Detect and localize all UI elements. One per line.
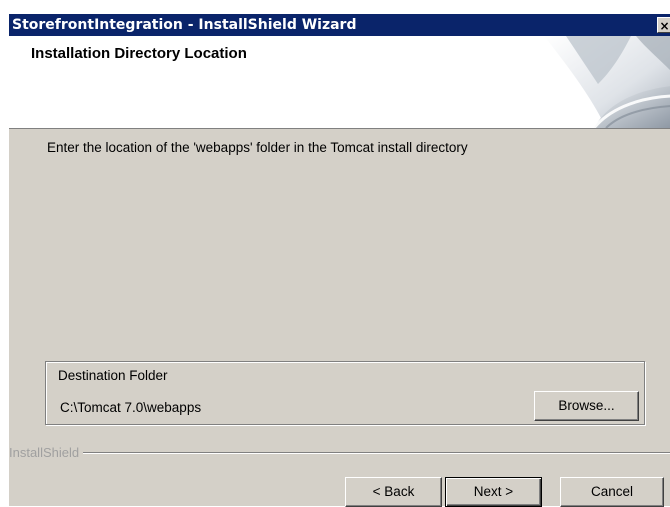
page-title: Installation Directory Location <box>31 45 247 62</box>
window-title: StorefrontIntegration - InstallShield Wi… <box>12 17 357 33</box>
title-bar[interactable]: StorefrontIntegration - InstallShield Wi… <box>9 14 670 36</box>
footer-divider <box>9 452 670 454</box>
browse-button[interactable]: Browse... <box>534 391 639 421</box>
destination-path: C:\Tomcat 7.0\webapps <box>60 400 202 415</box>
instruction-text: Enter the location of the 'webapps' fold… <box>47 140 468 155</box>
close-button[interactable]: × <box>657 17 670 33</box>
installshield-brand-label: InstallShield <box>9 445 84 460</box>
close-icon: × <box>659 19 670 33</box>
page-curl-icon <box>544 36 670 128</box>
wizard-header: Installation Directory Location <box>9 36 670 129</box>
next-button[interactable]: Next > <box>445 477 542 507</box>
cancel-button[interactable]: Cancel <box>560 477 664 507</box>
back-button[interactable]: < Back <box>345 477 442 507</box>
destination-folder-legend: Destination Folder <box>55 368 171 383</box>
installshield-wizard-window: StorefrontIntegration - InstallShield Wi… <box>8 14 670 507</box>
